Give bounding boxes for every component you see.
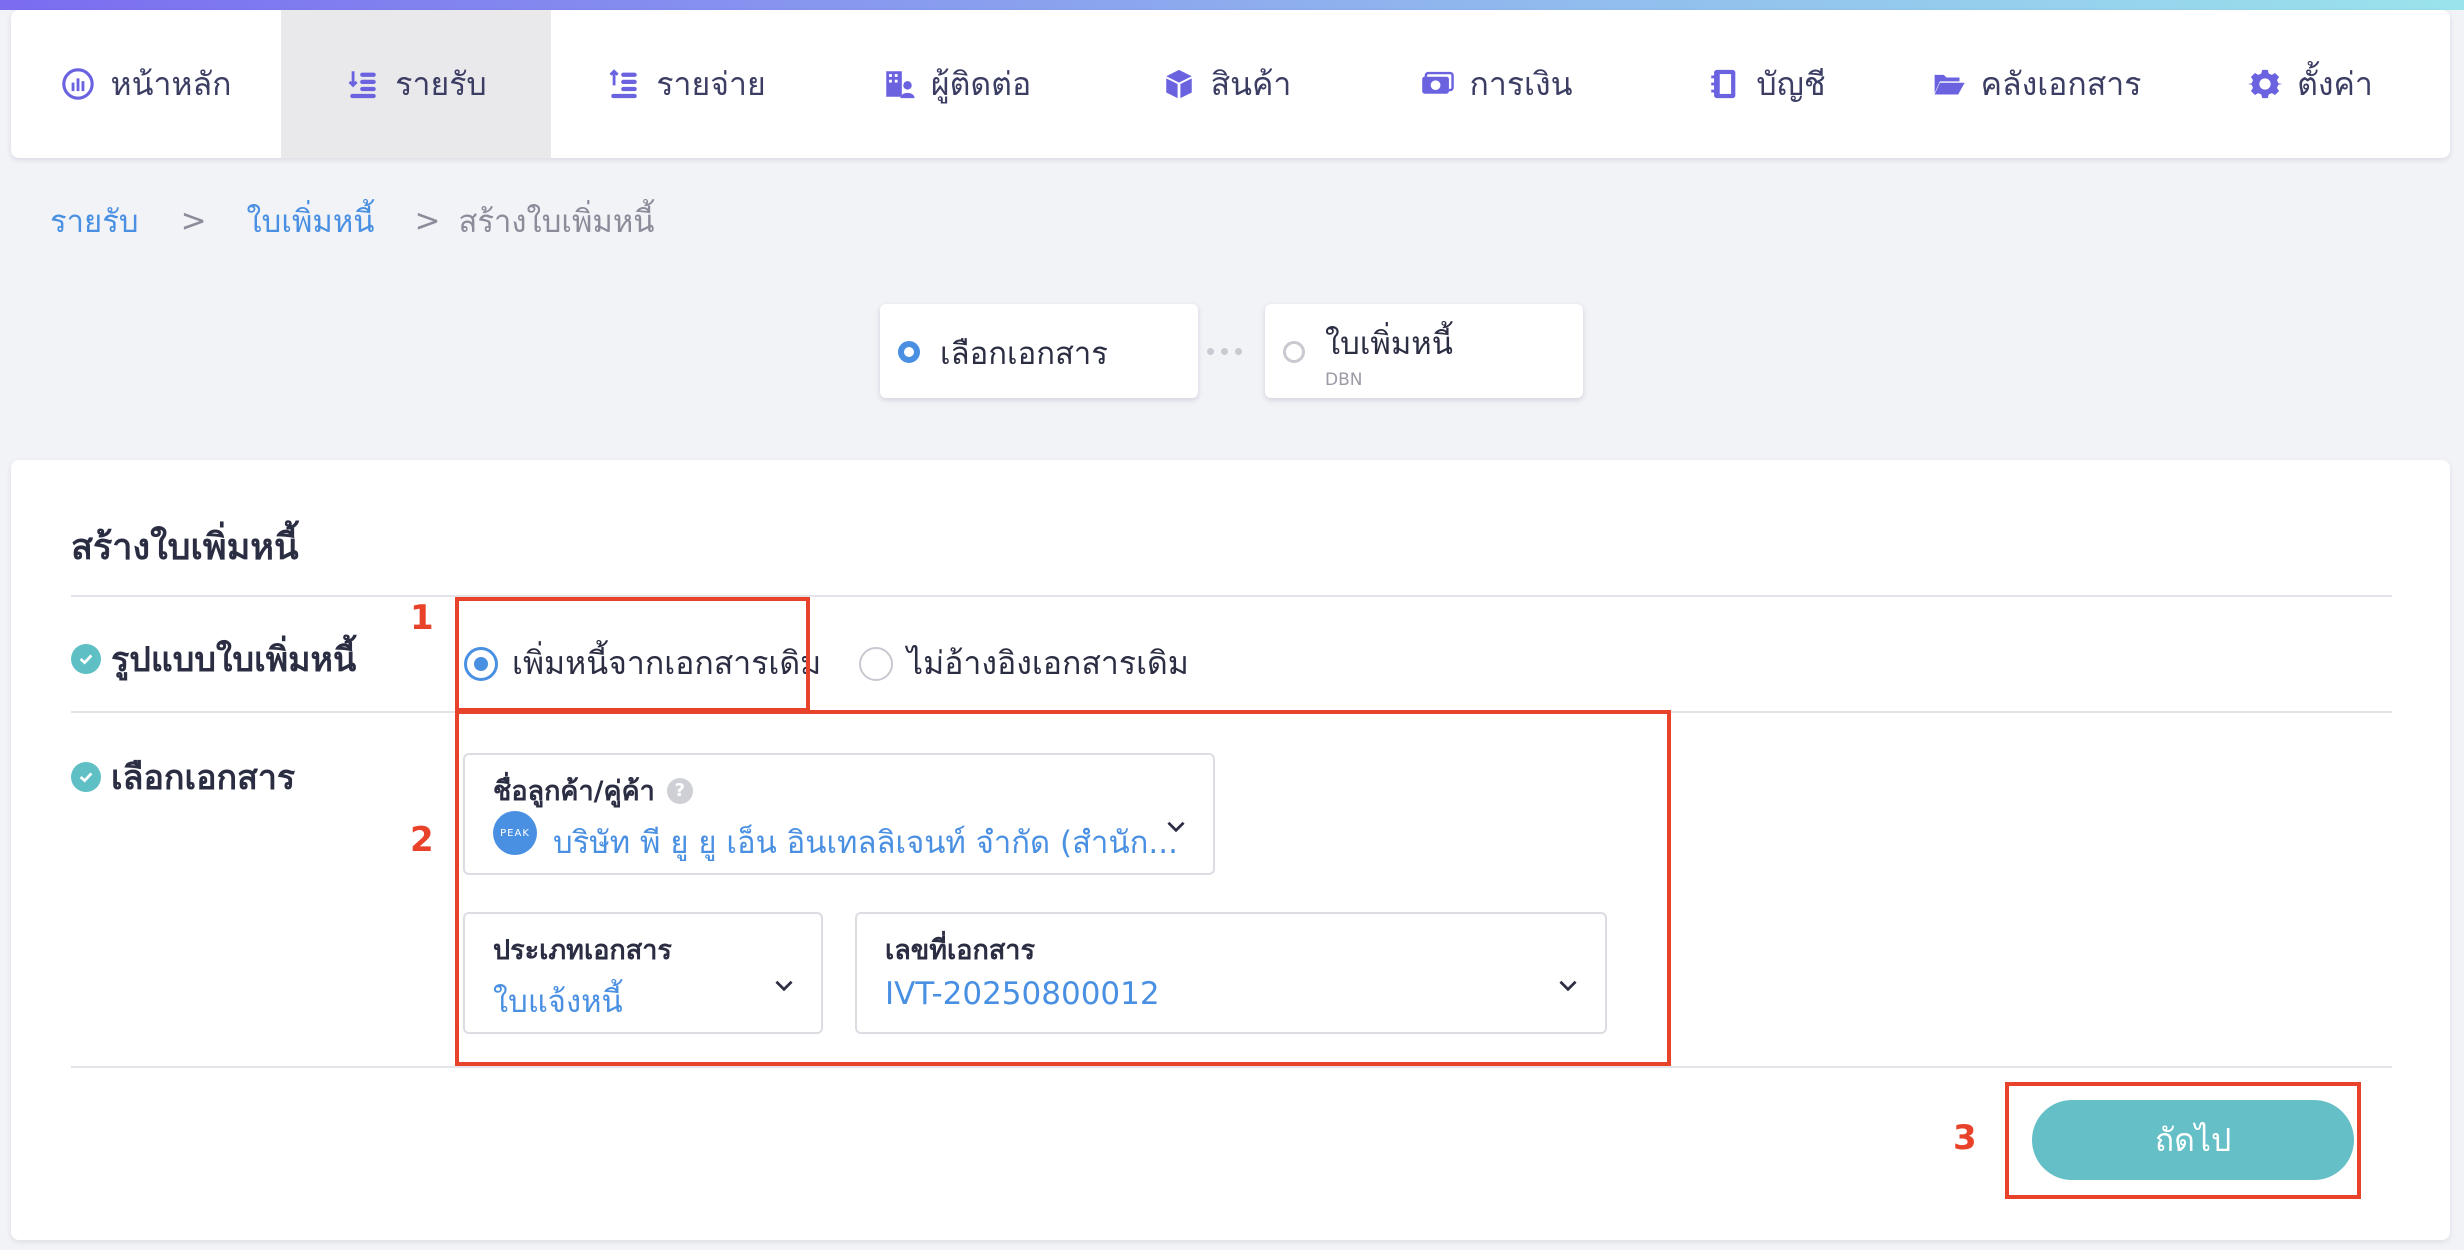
annotation-box-2 xyxy=(455,710,1671,1066)
main-navbar: หน้าหลัก รายรับ รายจ่าย ผู้ติดต่อ สินค้า… xyxy=(11,10,2450,158)
nav-label: บัญชี xyxy=(1756,64,1826,103)
nav-item-expense[interactable]: รายจ่าย xyxy=(551,10,821,158)
document-row-label: เลือกเอกสาร xyxy=(71,750,295,804)
step-sublabel: DBN xyxy=(1325,370,1363,390)
format-row-label: รูปแบบใบเพิ่มหนี้ xyxy=(71,632,356,686)
breadcrumb-separator: > xyxy=(414,203,441,239)
format-label-text: รูปแบบใบเพิ่มหนี้ xyxy=(111,640,357,680)
nav-item-products[interactable]: สินค้า xyxy=(1091,10,1361,158)
radio-no-reference[interactable]: ไม่อ้างอิงเอกสารเดิม xyxy=(859,638,1189,689)
expense-coins-icon xyxy=(606,66,642,102)
nav-label: ตั้งค่า xyxy=(2297,64,2373,103)
nav-item-income[interactable]: รายรับ xyxy=(281,10,551,158)
breadcrumb-current: สร้างใบเพิ่มหนี้ xyxy=(458,204,655,240)
account-book-icon xyxy=(1706,66,1742,102)
divider xyxy=(71,1066,2392,1068)
top-accent-bar xyxy=(0,0,2464,10)
step-label: เลือกเอกสาร xyxy=(940,336,1108,372)
annotation-box-3 xyxy=(2005,1082,2361,1199)
nav-item-settings[interactable]: ตั้งค่า xyxy=(2171,10,2449,158)
nav-label: หน้าหลัก xyxy=(110,64,232,103)
breadcrumb-link-debit-note[interactable]: ใบเพิ่มหนี้ xyxy=(247,196,375,246)
annotation-number-1: 1 xyxy=(410,598,434,638)
folder-icon xyxy=(1931,66,1967,102)
step-inactive-dot xyxy=(1283,341,1305,363)
step-select-document[interactable]: เลือกเอกสาร xyxy=(880,304,1198,398)
step-active-dot xyxy=(898,341,920,363)
nav-item-finance[interactable]: การเงิน xyxy=(1361,10,1631,158)
income-coins-icon xyxy=(345,66,381,102)
breadcrumb-separator: > xyxy=(180,203,207,239)
nav-label: สินค้า xyxy=(1210,64,1292,103)
nav-item-accounting[interactable]: บัญชี xyxy=(1631,10,1901,158)
step-connector xyxy=(1207,348,1242,355)
radio-unselected-circle xyxy=(859,646,893,681)
nav-item-home[interactable]: หน้าหลัก xyxy=(11,10,281,158)
annotation-number-2: 2 xyxy=(410,820,434,860)
annotation-number-3: 3 xyxy=(1953,1118,1977,1158)
money-bill-icon xyxy=(1420,66,1456,102)
nav-label: การเงิน xyxy=(1469,64,1573,103)
radio-label: ไม่อ้างอิงเอกสารเดิม xyxy=(907,644,1189,682)
gear-icon xyxy=(2247,66,2283,102)
step-debit-note[interactable]: ใบเพิ่มหนี้ DBN xyxy=(1265,304,1583,398)
nav-item-documents[interactable]: คลังเอกสาร xyxy=(1901,10,2171,158)
breadcrumb: รายรับ > ใบเพิ่มหนี้ > สร้างใบเพิ่มหนี้ xyxy=(50,196,654,246)
breadcrumb-link-income[interactable]: รายรับ xyxy=(50,196,139,246)
annotation-box-1 xyxy=(455,597,810,712)
check-circle-icon xyxy=(71,644,101,674)
divider xyxy=(71,595,2392,597)
dashboard-icon xyxy=(60,66,96,102)
nav-label: รายรับ xyxy=(395,64,487,103)
nav-label: รายจ่าย xyxy=(656,64,766,103)
contacts-building-icon xyxy=(881,66,917,102)
step-label: ใบเพิ่มหนี้ xyxy=(1325,326,1453,362)
product-box-icon xyxy=(1161,66,1197,102)
nav-item-contacts[interactable]: ผู้ติดต่อ xyxy=(821,10,1091,158)
form-title: สร้างใบเพิ่มหนี้ xyxy=(71,527,299,568)
check-circle-icon xyxy=(71,762,101,792)
nav-label: ผู้ติดต่อ xyxy=(930,64,1032,103)
document-label-text: เลือกเอกสาร xyxy=(111,758,296,798)
nav-label: คลังเอกสาร xyxy=(1980,64,2142,103)
